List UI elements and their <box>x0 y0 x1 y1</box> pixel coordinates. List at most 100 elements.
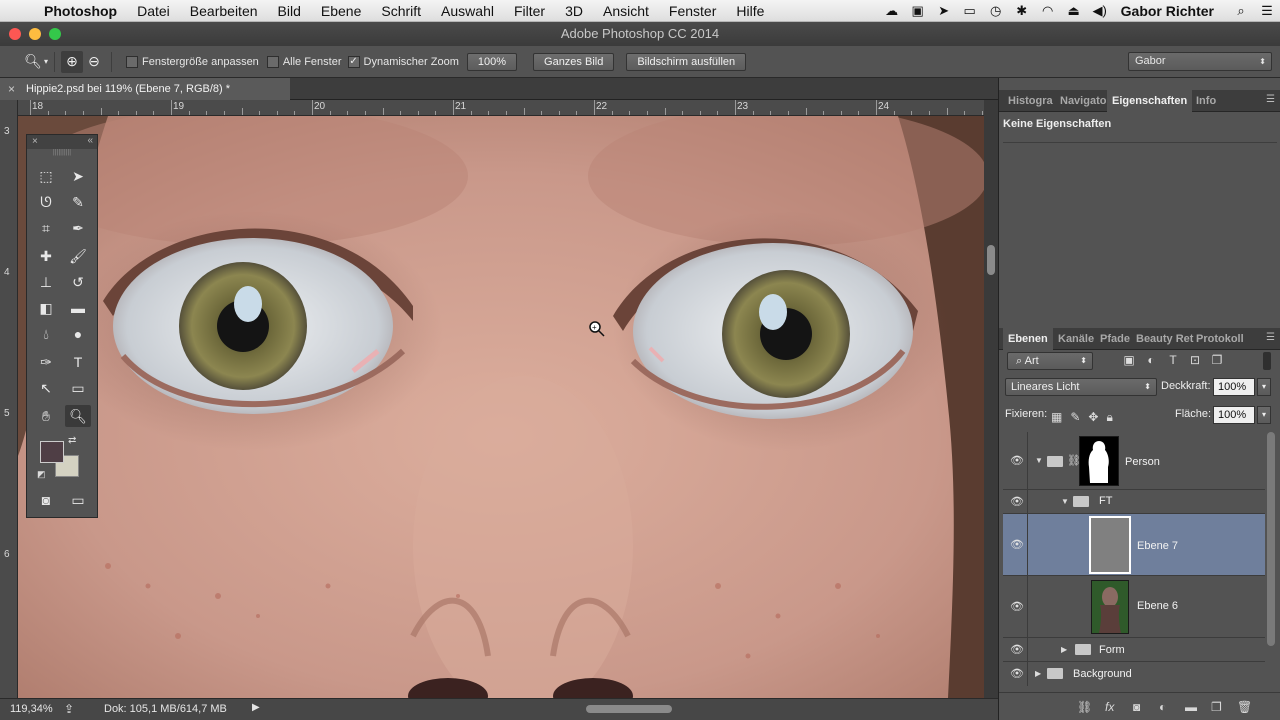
cloud-icon[interactable]: ☁ <box>879 3 905 19</box>
eraser-tool-icon[interactable]: ◧ <box>33 297 59 319</box>
filter-type-icon[interactable]: T <box>1165 353 1181 369</box>
menu-ebene[interactable]: Ebene <box>311 3 371 19</box>
user-name[interactable]: Gabor Richter <box>1113 3 1228 19</box>
dodge-tool-icon[interactable]: ● <box>65 323 91 345</box>
fill-dropdown-icon[interactable]: ▾ <box>1257 406 1271 424</box>
menu-ansicht[interactable]: Ansicht <box>593 3 659 19</box>
lasso-tool-icon[interactable]: ᘎ <box>33 191 59 213</box>
fit-screen-button[interactable]: Ganzes Bild <box>533 52 615 71</box>
clone-stamp-tool-icon[interactable]: ⊥ <box>33 271 59 293</box>
menu-schrift[interactable]: Schrift <box>371 3 431 19</box>
tab-properties[interactable]: Eigenschaften <box>1107 90 1193 112</box>
path-selection-tool-icon[interactable]: ↖ <box>33 377 59 399</box>
tab-paths[interactable]: Pfade <box>1095 328 1135 350</box>
quick-mask-icon[interactable]: ◙ <box>33 489 59 511</box>
menu-datei[interactable]: Datei <box>127 3 180 19</box>
window-close-button[interactable] <box>9 28 21 40</box>
menu-app-photoshop[interactable]: Photoshop <box>40 3 127 19</box>
crop-tool-icon[interactable]: ⌗ <box>33 217 59 239</box>
menu-hilfe[interactable]: Hilfe <box>726 3 774 19</box>
lock-icons[interactable]: ▦✎✥🔒︎ <box>1051 410 1121 425</box>
expand-arrow-icon[interactable]: ▼ <box>1061 497 1069 506</box>
menu-auswahl[interactable]: Auswahl <box>431 3 504 19</box>
eject-icon[interactable]: ⏏ <box>1061 3 1087 19</box>
layer-thumbnail[interactable] <box>1091 580 1129 634</box>
layers-scrollbar[interactable] <box>1267 432 1275 646</box>
filter-toggle[interactable] <box>1263 352 1271 370</box>
add-mask-icon[interactable]: ◙ <box>1133 700 1140 714</box>
zoom-tool-preset-icon[interactable]: 🔍︎ <box>22 51 44 73</box>
tab-histogram[interactable]: Histogra <box>1003 90 1058 112</box>
status-menu-arrow-icon[interactable]: ▶ <box>252 702 260 713</box>
tab-layers[interactable]: Ebenen <box>1003 328 1053 350</box>
visibility-eye-icon[interactable]: 👁︎ <box>1009 454 1025 467</box>
layer-name[interactable]: Form <box>1099 644 1125 656</box>
forward-icon[interactable]: ➤ <box>931 3 957 19</box>
airplay-icon[interactable]: ▭ <box>957 3 983 19</box>
layer-name[interactable]: Ebene 7 <box>1137 540 1178 552</box>
tab-channels[interactable]: Kanäle <box>1053 328 1099 350</box>
zoom-out-icon[interactable]: ⊖ <box>83 51 105 73</box>
horizontal-scrollbar-thumb[interactable] <box>586 705 672 713</box>
layer-name[interactable]: Person <box>1125 456 1160 468</box>
canvas-vertical-scrollbar[interactable] <box>984 100 998 698</box>
spotlight-search-icon[interactable]: ⌕ <box>1228 3 1254 19</box>
visibility-eye-icon[interactable]: 👁︎ <box>1009 667 1025 680</box>
tools-panel-header[interactable]: × « <box>27 135 97 149</box>
window-minimize-button[interactable] <box>29 28 41 40</box>
preset-dropdown-icon[interactable]: ▾ <box>44 57 48 66</box>
brush-tool-icon[interactable]: 🖌︎ <box>65 245 91 267</box>
zoom-100-button[interactable]: 100% <box>466 52 518 71</box>
quick-selection-tool-icon[interactable]: ✎ <box>65 191 91 213</box>
filter-shape-icon[interactable]: ⊡ <box>1187 353 1203 369</box>
screen-icon[interactable]: ▣ <box>905 3 931 19</box>
vertical-ruler[interactable]: 3 4 5 6 <box>0 100 18 698</box>
panel-menu-icon[interactable]: ☰ <box>1266 94 1275 105</box>
visibility-eye-icon[interactable]: 👁︎ <box>1009 643 1025 656</box>
marquee-tool-icon[interactable]: ⬚ <box>33 165 59 187</box>
horizontal-ruler[interactable]: 18 19 20 21 22 23 24 <box>18 100 984 116</box>
layer-group-ft[interactable]: 👁︎ ▼ FT <box>1003 490 1265 514</box>
rectangle-tool-icon[interactable]: ▭ <box>65 377 91 399</box>
link-layers-icon[interactable]: ⛓ <box>1077 700 1092 714</box>
workspace-select[interactable]: Gabor ⬍ <box>1128 52 1272 71</box>
screen-mode-icon[interactable]: ▭ <box>65 489 91 511</box>
menu-filter[interactable]: Filter <box>504 3 555 19</box>
fill-screen-button[interactable]: Bildschirm ausfüllen <box>626 52 747 71</box>
gradient-tool-icon[interactable]: ▬ <box>65 297 91 319</box>
collapsed-arrow-icon[interactable]: ▶ <box>1035 669 1041 678</box>
blur-tool-icon[interactable]: 💧︎ <box>33 323 59 345</box>
layer-name[interactable]: Background <box>1073 668 1132 680</box>
layer-group-person[interactable]: 👁︎ ▼ ⛓ Person <box>1003 432 1265 490</box>
visibility-eye-icon[interactable]: 👁︎ <box>1009 538 1025 551</box>
filter-pixel-icon[interactable]: ▣ <box>1121 353 1137 369</box>
trash-icon[interactable]: 🗑︎ <box>1237 700 1252 714</box>
eyedropper-tool-icon[interactable]: ✒ <box>65 217 91 239</box>
resize-windows-checkbox[interactable] <box>126 55 139 68</box>
wifi-icon[interactable]: ◠ <box>1035 3 1061 19</box>
blend-mode-select[interactable]: Lineares Licht ⬍ <box>1005 378 1157 396</box>
menu-3d[interactable]: 3D <box>555 3 593 19</box>
visibility-eye-icon[interactable]: 👁︎ <box>1009 600 1025 613</box>
window-maximize-button[interactable] <box>49 28 61 40</box>
healing-brush-tool-icon[interactable]: ✚ <box>33 245 59 267</box>
visibility-eye-icon[interactable]: 👁︎ <box>1009 495 1025 508</box>
layer-mask-thumbnail[interactable] <box>1079 436 1119 486</box>
document-tab[interactable]: × Hippie2.psd bei 119% (Ebene 7, RGB/8) … <box>0 78 290 100</box>
default-colors-icon[interactable]: ◩ <box>37 469 46 480</box>
fill-field[interactable]: 100% <box>1213 406 1255 424</box>
menu-bild[interactable]: Bild <box>268 3 311 19</box>
close-tab-icon[interactable]: × <box>8 78 15 100</box>
panel-menu-icon[interactable]: ☰ <box>1266 332 1275 343</box>
tab-navigator[interactable]: Navigato <box>1055 90 1111 112</box>
swap-colors-icon[interactable]: ⇄ <box>68 435 76 446</box>
layer-ebene-6[interactable]: 👁︎ Ebene 6 <box>1003 576 1265 638</box>
zoom-all-windows-checkbox[interactable] <box>266 55 279 68</box>
scrollbar-thumb[interactable] <box>987 245 995 275</box>
share-icon[interactable]: ⇪ <box>64 702 74 716</box>
adjustment-layer-icon[interactable]: ◐ <box>1159 700 1166 714</box>
layer-name[interactable]: Ebene 6 <box>1137 600 1178 612</box>
time-machine-icon[interactable]: ◷ <box>983 3 1009 19</box>
opacity-field[interactable]: 100% <box>1213 378 1255 396</box>
scrubby-zoom-checkbox[interactable]: ✓ <box>347 55 360 68</box>
